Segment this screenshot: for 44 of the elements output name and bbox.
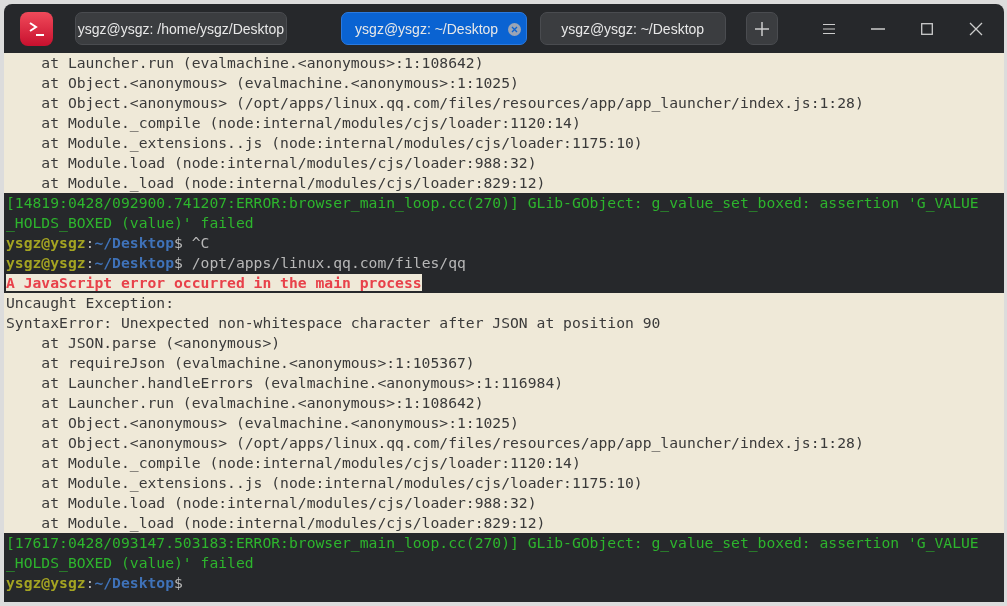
prompt-user: ysgz@ysgz — [6, 254, 86, 271]
stack-trace-line: at Object.<anonymous> (evalmachine.<anonymous>:1:1025) — [40, 414, 519, 431]
error-message: A JavaScript error occurred in the main process — [6, 274, 422, 291]
stack-trace-line: at Module._load (node:internal/modules/cjs/loader:829:12) — [40, 514, 546, 531]
stack-trace-line: at Module._load (node:internal/modules/cjs/loader:829:12) — [40, 174, 546, 191]
prompt-symbol: $ — [174, 254, 183, 271]
stack-trace-line: at Module._compile (node:internal/modules/cjs/loader:1120:14) — [40, 454, 581, 471]
terminal-tab[interactable]: ysgz@ysgz: ~/Desktop — [340, 12, 527, 45]
stack-trace-line: at Launcher.handleErrors (evalmachine.<anonymous>:1:116984) — [40, 374, 564, 391]
stack-trace-line: at Launcher.run (evalmachine.<anonymous>:1:108642) — [40, 394, 484, 411]
log-line: _HOLDS_BOXED (value)' failed — [6, 214, 254, 231]
log-line: [14819:0428/092900.741207:ERROR:browser_main_loop.cc(270)] GLib-GObject: g_value_set_boxed: assertion 'G_VALUE — [6, 194, 979, 211]
stack-trace-line: at Module.load (node:internal/modules/cjs/loader:988:32) — [40, 494, 537, 511]
stack-trace-line: at Launcher.run (evalmachine.<anonymous>:1:108642) — [40, 54, 484, 71]
stack-trace-line: at Object.<anonymous> (evalmachine.<anonymous>:1:1025) — [40, 74, 519, 91]
stack-trace-line: at Module._extensions..js (node:internal/modules/cjs/loader:1175:10) — [40, 474, 643, 491]
log-line: [17617:0428/093147.503183:ERROR:browser_main_loop.cc(270)] GLib-GObject: g_value_set_boxed: assertion 'G_VALUE — [6, 534, 979, 551]
prompt-symbol: $ — [174, 234, 183, 251]
log-line: _HOLDS_BOXED (value)' failed — [6, 554, 254, 571]
stack-trace-line: at Module._extensions..js (node:internal/modules/cjs/loader:1175:10) — [40, 134, 643, 151]
stack-trace-line: SyntaxError: Unexpected non-whitespace character after JSON at position 90 — [6, 314, 661, 331]
terminal-tab[interactable]: ysgz@ysgz: ~/Desktop — [539, 12, 726, 45]
stack-trace-line: at Module._compile (node:internal/modules/cjs/loader:1120:14) — [40, 114, 581, 131]
stack-trace-line: at Object.<anonymous> (/opt/apps/linux.qq.com/files/resources/app/app_launcher/index.js:1:28) — [40, 434, 864, 451]
stack-trace-line: Uncaught Exception: — [6, 294, 174, 311]
terminal-tab[interactable]: ysgz@ysgz: /home/ysgz/Desktop — [75, 12, 287, 45]
prompt-separator: : — [85, 234, 95, 251]
stack-trace-line: at Module.load (node:internal/modules/cjs/loader:988:32) — [40, 154, 537, 171]
prompt-path: ~/Desktop — [94, 234, 175, 251]
prompt-user: ysgz@ysgz — [6, 234, 86, 251]
prompt-command: /opt/apps/linux.qq.com/files/qq — [191, 254, 466, 271]
prompt-path: ~/Desktop — [94, 574, 175, 591]
prompt-user: ysgz@ysgz — [6, 574, 86, 591]
stack-trace-line: at requireJson (evalmachine.<anonymous>:1:105367) — [40, 354, 475, 371]
prompt-separator: : — [85, 574, 95, 591]
plus-icon[interactable] — [753, 20, 770, 37]
stack-trace-line: at JSON.parse (<anonymous>) — [40, 334, 281, 351]
new-tab-button[interactable] — [745, 12, 778, 45]
stack-trace-line: at Object.<anonymous> (/opt/apps/linux.qq.com/files/resources/app/app_launcher/index.js:1:28) — [40, 94, 864, 111]
terminal-app-icon[interactable] — [20, 11, 54, 46]
prompt-path: ~/Desktop — [94, 254, 175, 271]
prompt-command: ^C — [191, 234, 210, 251]
prompt-separator: : — [85, 254, 95, 271]
prompt-symbol: $ — [174, 574, 183, 591]
